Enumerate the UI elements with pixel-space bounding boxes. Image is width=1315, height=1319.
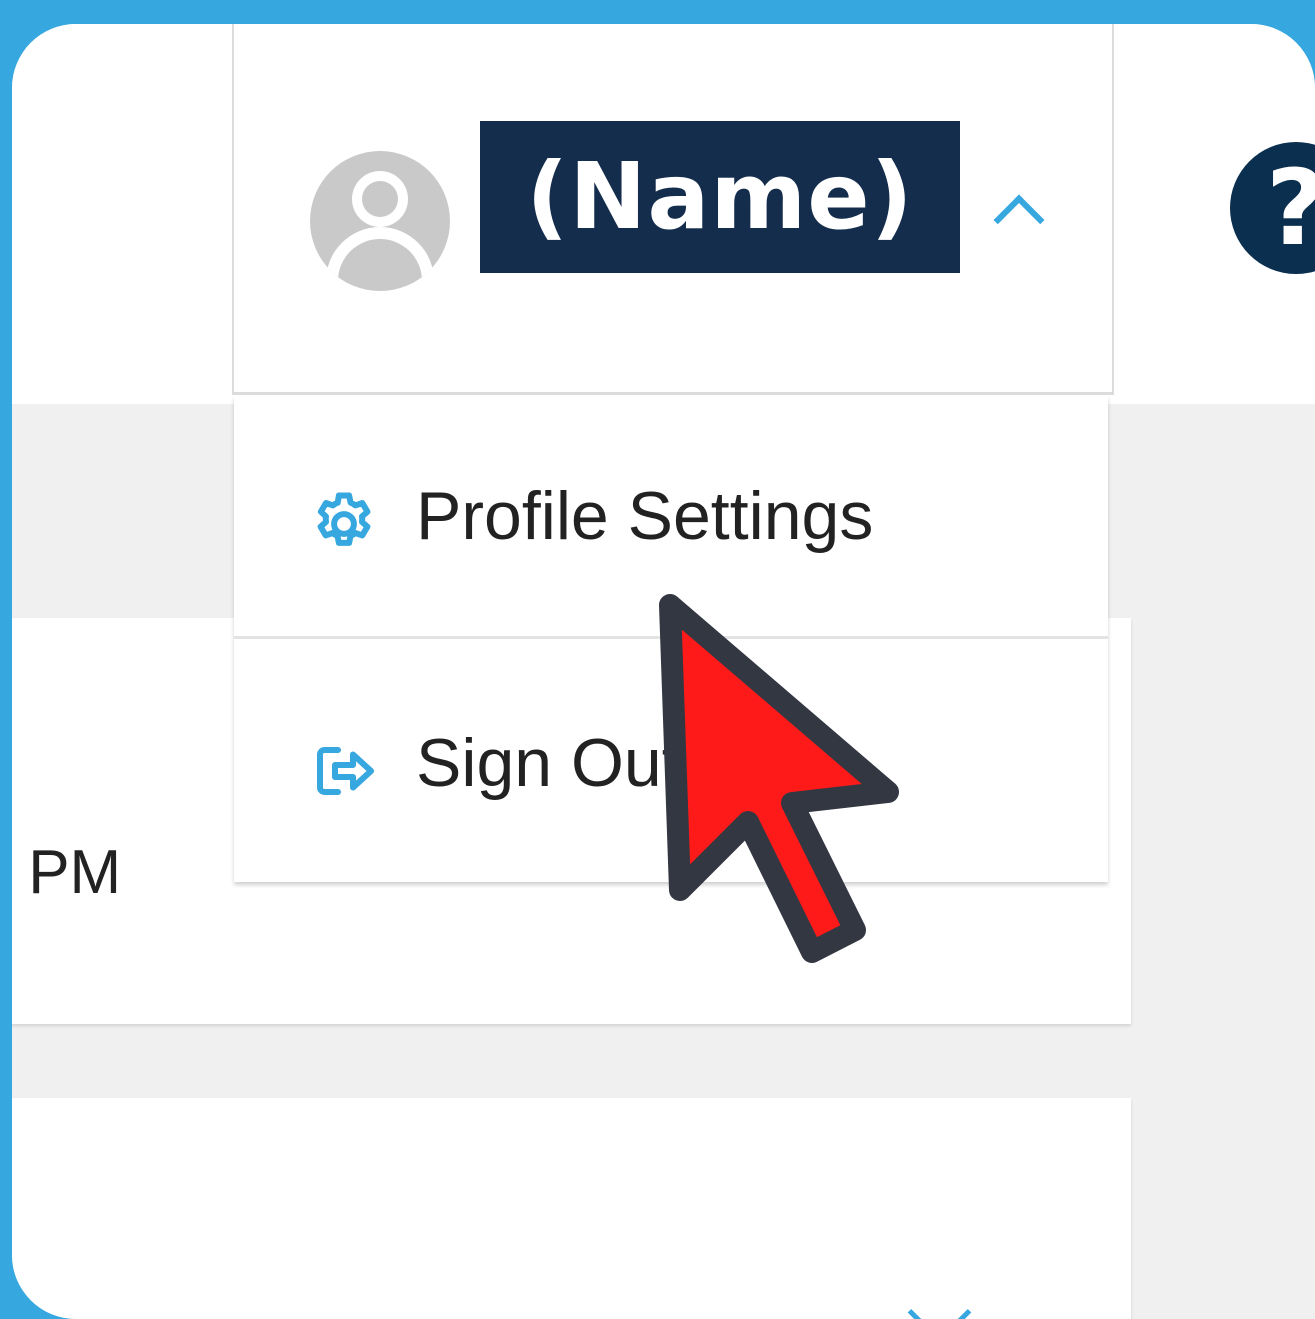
chevron-down-icon[interactable] xyxy=(907,1280,972,1319)
menu-item-label: Profile Settings xyxy=(416,478,874,554)
gear-icon xyxy=(317,492,371,546)
user-name[interactable]: (Name) xyxy=(480,121,960,273)
user-dropdown-menu: Profile Settings Sign Out xyxy=(234,396,1108,882)
sign-out-icon xyxy=(317,747,374,795)
email-card[interactable]: ail xyxy=(12,1098,1131,1319)
avatar xyxy=(310,151,450,291)
chevron-up-icon[interactable] xyxy=(993,194,1045,246)
card-timestamp: 30 PM xyxy=(12,838,122,907)
menu-item-label: Sign Out xyxy=(416,725,681,801)
app-window: ? ail 30 PM ail (Name) Profile Settings xyxy=(12,24,1315,1319)
menu-item-sign-out[interactable]: Sign Out xyxy=(234,641,1108,881)
user-menu-toggle[interactable]: (Name) xyxy=(232,24,1114,395)
menu-item-profile-settings[interactable]: Profile Settings xyxy=(234,396,1108,639)
